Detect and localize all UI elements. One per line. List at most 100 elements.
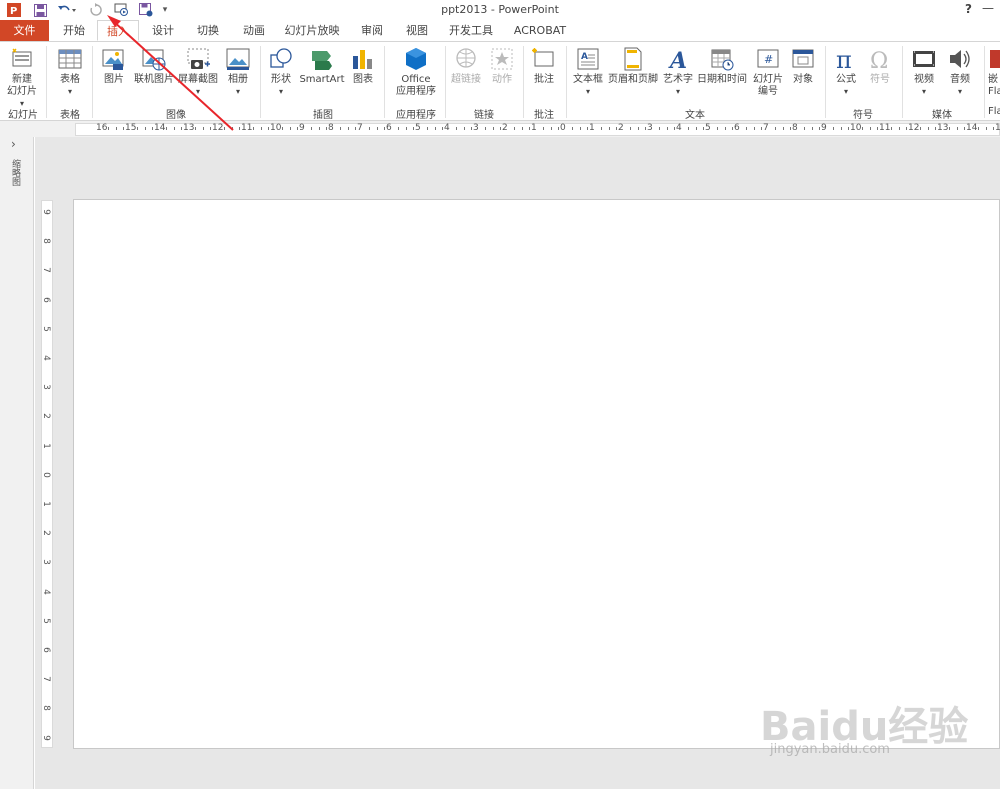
header-footer-icon: [620, 46, 646, 72]
ruler-tick: [521, 127, 523, 130]
ruler-tick: [862, 127, 864, 130]
ruler-number: 15: [125, 123, 137, 133]
ruler-number: 3: [473, 123, 479, 133]
ruler-tick: [151, 127, 153, 130]
ruler-tick: [470, 127, 472, 130]
header-footer-button[interactable]: 页眉和页脚: [606, 46, 660, 86]
ruler-number: 3: [40, 384, 51, 391]
online-picture-button[interactable]: 联机图片: [133, 46, 175, 86]
wordart-button[interactable]: A 艺术字 ▾: [661, 46, 695, 98]
speaker-icon: [947, 46, 973, 72]
help-button[interactable]: ?: [965, 2, 972, 16]
tab-slideshow[interactable]: 幻灯片放映: [282, 20, 342, 41]
group-label-comments: 批注: [534, 110, 554, 121]
chart-icon: [350, 46, 376, 72]
ruler-tick: [789, 127, 791, 130]
ruler-tick: [412, 127, 414, 130]
ruler-tick: [753, 127, 755, 130]
screenshot-button[interactable]: 屏幕截图 ▾: [176, 46, 220, 98]
picture-button[interactable]: 图片: [100, 46, 128, 86]
tab-review[interactable]: 审阅: [354, 20, 390, 41]
comment-button[interactable]: 批注: [530, 46, 558, 86]
group-label-links: 链接: [474, 110, 494, 121]
office-apps-button[interactable]: Office 应用程序: [390, 46, 442, 98]
ruler-number: 6: [40, 647, 51, 653]
chart-button[interactable]: 图表: [349, 46, 377, 86]
horizontal-ruler: 16 15 14 13 12 11 10 9 8 7 6 5 4 3 2 1 0 1 2 3 4 5 6 7 8 9 10 11 12 1…: [0, 121, 1000, 137]
smartart-icon: [309, 46, 335, 72]
smartart-label: SmartArt: [299, 74, 345, 85]
calendar-icon: [709, 46, 735, 72]
ruler-number: 8: [328, 123, 334, 133]
audio-button[interactable]: 音频 ▾: [944, 46, 976, 98]
equation-button[interactable]: π 公式 ▾: [831, 46, 861, 98]
online-picture-label: 联机图片: [134, 74, 174, 85]
tab-home[interactable]: 开始: [56, 20, 92, 41]
ruler-number: 1: [589, 123, 595, 133]
group-label-flash: Fla: [988, 106, 1000, 117]
ruler-number: 2: [618, 123, 624, 133]
audio-label: 音频: [950, 74, 970, 85]
minimize-button[interactable]: —: [982, 1, 994, 15]
header-footer-label: 页眉和页脚: [608, 74, 658, 85]
date-time-button[interactable]: 日期和时间: [696, 46, 748, 86]
vertical-ruler: 9 8 7 6 5 4 3 2 1 0 1 2 3 4 5 6 7 8 9: [41, 200, 53, 748]
ruler-tick: [586, 127, 588, 130]
ruler-tick: [122, 127, 124, 130]
ruler-number: 9: [40, 734, 51, 741]
group-label-slides: 幻灯片: [8, 110, 38, 121]
tab-transitions[interactable]: 切换: [190, 20, 226, 41]
tab-file[interactable]: 文件: [0, 20, 49, 41]
textbox-button[interactable]: A 文本框 ▾: [570, 46, 606, 98]
shapes-button[interactable]: 形状 ▾: [266, 46, 296, 98]
tab-view[interactable]: 视图: [400, 20, 434, 41]
tab-animations[interactable]: 动画: [236, 20, 272, 41]
ruler-number: 5: [415, 123, 421, 133]
dropdown-arrow-icon: ▾: [278, 87, 283, 96]
object-button[interactable]: 对象: [789, 46, 817, 86]
textbox-icon: A: [575, 46, 601, 72]
tab-acrobat[interactable]: ACROBAT: [510, 20, 570, 41]
ruler-number: 9: [821, 123, 827, 133]
smartart-button[interactable]: SmartArt: [299, 46, 345, 86]
group-divider: [902, 46, 903, 118]
ruler-tick: [267, 127, 269, 130]
ruler-tick: [869, 127, 871, 130]
slide-number-icon: #: [755, 46, 781, 72]
ruler-number: 11: [241, 123, 253, 133]
photo-album-button[interactable]: 相册 ▾: [224, 46, 252, 98]
tab-developer[interactable]: 开发工具: [446, 20, 496, 41]
table-button[interactable]: 表格 ▾: [54, 46, 86, 98]
ruler-number: 0: [40, 471, 51, 478]
ruler-tick: [550, 127, 552, 130]
group-label-text: 文本: [685, 110, 705, 121]
tab-insert[interactable]: 插入: [97, 20, 139, 41]
symbol-button[interactable]: Ω 符号: [866, 46, 894, 86]
group-label-illustrations: 插图: [313, 110, 333, 121]
ruler-tick: [782, 127, 784, 130]
equation-label: 公式: [836, 74, 856, 85]
slide-number-button[interactable]: # 幻灯片 编号: [751, 46, 785, 98]
group-divider: [984, 46, 985, 118]
ruler-number: 4: [40, 355, 51, 361]
dropdown-arrow-icon: ▾: [195, 87, 200, 96]
action-button[interactable]: 动作: [488, 46, 516, 86]
expand-thumbnails-button[interactable]: ›: [11, 137, 16, 151]
ruler-tick: [376, 127, 378, 130]
slide-canvas[interactable]: [73, 199, 1000, 749]
new-slide-button[interactable]: 新建 幻灯片 ▾: [4, 46, 40, 110]
ruler-tick: [231, 127, 233, 130]
hyperlink-button[interactable]: 超链接: [450, 46, 482, 86]
group-label-images: 图像: [166, 110, 186, 121]
svg-text:A: A: [581, 52, 588, 62]
ruler-number: 7: [357, 123, 363, 133]
video-button[interactable]: 视频 ▾: [908, 46, 940, 98]
embed-flash-button[interactable]: 嵌 Fla: [988, 46, 1000, 98]
photo-album-icon: [225, 46, 251, 72]
ruler-tick: [485, 127, 487, 130]
group-divider: [825, 46, 826, 118]
ruler-tick: [383, 127, 385, 130]
flash-label-1: 嵌: [988, 74, 998, 85]
ruler-tick: [318, 127, 320, 130]
tab-design[interactable]: 设计: [146, 20, 180, 41]
